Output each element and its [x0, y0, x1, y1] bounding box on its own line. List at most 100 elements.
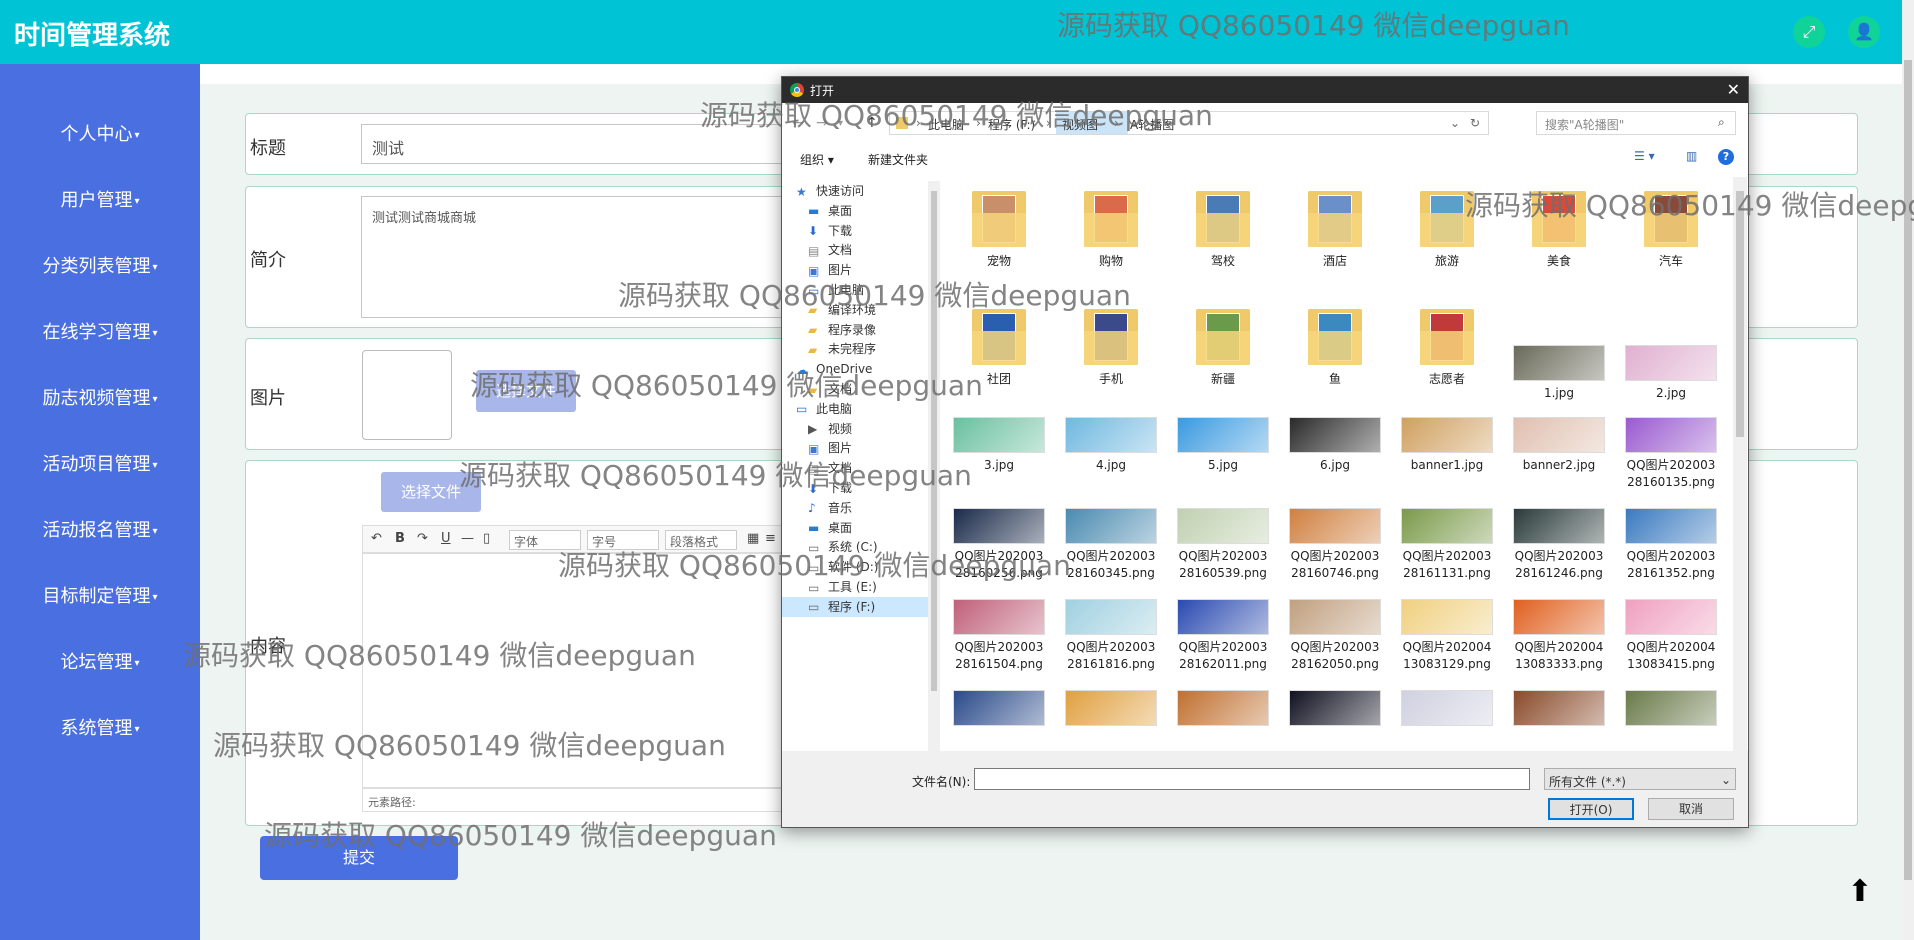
help-icon[interactable]: ?	[1718, 149, 1734, 165]
bold-icon[interactable]: B	[395, 531, 405, 546]
file-item[interactable]: QQ图片20200328161352.png	[1622, 504, 1720, 582]
new-folder-button[interactable]: 新建文件夹	[868, 151, 928, 168]
sidebar: 个人中心 ▾ 用户管理 ▾ 分类列表管理 ▾ 在线学习管理 ▾ 励志视频管理 ▾ 活动项目…	[0, 64, 200, 940]
undo-icon[interactable]: ↶	[371, 531, 382, 546]
file-item[interactable]: QQ图片20200328161131.png	[1398, 504, 1496, 582]
folder-icon	[1416, 305, 1478, 367]
tree-item[interactable]: ⬇ 下载	[808, 221, 852, 241]
upload-icon: ⬆	[1847, 874, 1873, 909]
refresh-icon[interactable]: ↻	[1470, 116, 1480, 130]
file-item[interactable]: QQ图片20200328161504.png	[950, 595, 1048, 673]
dialog-open-button[interactable]: 打开(O)	[1548, 798, 1634, 820]
file-item[interactable]: banner1.jpg	[1398, 413, 1496, 474]
folder-icon	[1192, 305, 1254, 367]
watermark: 源码获取 QQ86050149 微信deepguan	[1057, 9, 1570, 42]
filename-input[interactable]	[974, 768, 1530, 790]
sidebar-item-online-learning[interactable]: 在线学习管理 ▾	[0, 318, 200, 344]
watermark: 源码获取 QQ86050149 微信deepguan	[183, 639, 696, 672]
tree-item[interactable]: ▶ 视频	[808, 419, 852, 439]
tree-item[interactable]: ★ 快速访问	[796, 181, 864, 201]
sidebar-item-goals[interactable]: 目标制定管理 ▾	[0, 582, 200, 608]
file-item[interactable]: QQ图片20200328162011.png	[1174, 595, 1272, 673]
file-item[interactable]	[1286, 686, 1384, 730]
sidebar-item-categories[interactable]: 分类列表管理 ▾	[0, 252, 200, 278]
tree-item[interactable]: ▬ 桌面	[808, 201, 852, 221]
view-options-icon[interactable]: ☰ ▾	[1634, 149, 1655, 163]
file-item[interactable]: QQ图片20200328162050.png	[1286, 595, 1384, 673]
preview-pane-icon[interactable]: ▥	[1686, 149, 1697, 163]
file-item[interactable]: QQ图片20200413083333.png	[1510, 595, 1608, 673]
file-item[interactable]: QQ图片20200328161246.png	[1510, 504, 1608, 582]
sidebar-item-users[interactable]: 用户管理 ▾	[0, 186, 200, 212]
file-item[interactable]: 4.jpg	[1062, 413, 1160, 474]
filetype-select[interactable]: 所有文件 (*.*) ⌄	[1544, 768, 1736, 790]
file-item[interactable]: QQ图片20200328160135.png	[1622, 413, 1720, 491]
tree-item[interactable]: ▰ 未完程序	[808, 339, 876, 359]
redo-icon[interactable]: ↷	[417, 531, 428, 546]
document-icon[interactable]: ▯	[483, 531, 490, 546]
page-scrollbar[interactable]	[1902, 0, 1914, 940]
caret-down-icon: ▾	[152, 525, 158, 537]
dialog-close-button[interactable]: ✕	[1727, 80, 1740, 99]
caret-down-icon: ▾	[134, 657, 140, 669]
dialog-cancel-button[interactable]: 取消	[1648, 798, 1734, 820]
image-thumbnail	[1065, 508, 1157, 544]
image-thumbnail	[1289, 690, 1381, 726]
tree-item[interactable]: ▬ 桌面	[808, 518, 852, 538]
image-preview	[362, 350, 452, 440]
file-item[interactable]: banner2.jpg	[1510, 413, 1608, 474]
sidebar-item-activities[interactable]: 活动项目管理 ▾	[0, 450, 200, 476]
sidebar-item-system[interactable]: 系统管理 ▾	[0, 714, 200, 740]
dialog-search-input[interactable]: 搜索"A轮播图"	[1536, 111, 1736, 135]
image-thumbnail	[1625, 690, 1717, 726]
file-item[interactable]: QQ图片20200328161816.png	[1062, 595, 1160, 673]
file-item[interactable]	[1510, 686, 1608, 730]
file-item[interactable]	[1622, 686, 1720, 730]
tree-item[interactable]: ▰ 程序录像	[808, 320, 876, 340]
caret-down-icon: ▾	[152, 459, 158, 471]
image-thumbnail	[1065, 417, 1157, 453]
sidebar-item-registrations[interactable]: 活动报名管理 ▾	[0, 516, 200, 542]
folder-item[interactable]: 新疆	[1174, 299, 1272, 388]
file-item[interactable]: 1.jpg	[1510, 299, 1608, 402]
user-menu-button[interactable]: 👤	[1848, 16, 1880, 48]
organize-menu[interactable]: 组织 ▾	[800, 151, 834, 168]
watermark: 源码获取 QQ86050149 微信deepguan	[618, 279, 1131, 312]
sidebar-item-personal[interactable]: 个人中心 ▾	[0, 120, 200, 146]
folder-item[interactable]: 酒店	[1286, 181, 1384, 270]
file-item[interactable]: 5.jpg	[1174, 413, 1272, 474]
folder-item[interactable]: 志愿者	[1398, 299, 1496, 388]
file-item[interactable]	[1062, 686, 1160, 730]
back-to-top-button[interactable]: ⬆	[1842, 874, 1878, 910]
file-item[interactable]: QQ图片20200328160539.png	[1174, 504, 1272, 582]
file-list-scrollbar[interactable]	[1733, 177, 1747, 751]
folder-item[interactable]: 鱼	[1286, 299, 1384, 388]
folder-item[interactable]: 购物	[1062, 181, 1160, 270]
file-item[interactable]: QQ图片20200413083415.png	[1622, 595, 1720, 673]
tree-item[interactable]: ▤ 文档	[808, 240, 852, 260]
folder-icon: ▰	[808, 323, 818, 338]
image-thumbnail	[1401, 599, 1493, 635]
tree-item[interactable]: ♪ 音乐	[808, 498, 852, 518]
folder-icon: ▰	[808, 342, 818, 357]
file-item[interactable]	[1174, 686, 1272, 730]
address-dropdown-icon[interactable]: ⌄	[1450, 116, 1460, 130]
horizontal-rule-icon[interactable]: —	[461, 531, 474, 546]
fullscreen-button[interactable]: ⤢	[1793, 16, 1825, 48]
file-item[interactable]	[1398, 686, 1496, 730]
file-item[interactable]: QQ图片20200328160345.png	[1062, 504, 1160, 582]
underline-icon[interactable]: U	[441, 531, 451, 546]
sidebar-item-videos[interactable]: 励志视频管理 ▾	[0, 384, 200, 410]
sidebar-item-forum[interactable]: 论坛管理 ▾	[0, 648, 200, 674]
file-item[interactable]: QQ图片20200328160746.png	[1286, 504, 1384, 582]
file-item[interactable]: 2.jpg	[1622, 299, 1720, 402]
file-item[interactable]	[950, 686, 1048, 730]
file-item[interactable]: 6.jpg	[1286, 413, 1384, 474]
search-icon: ⌕	[1718, 115, 1725, 129]
folder-item[interactable]: 宠物	[950, 181, 1048, 270]
document-icon: ▤	[808, 243, 820, 258]
file-item[interactable]: QQ图片20200413083129.png	[1398, 595, 1496, 673]
watermark: 源码获取 QQ86050149 微信deepguan	[558, 549, 1071, 582]
tree-item[interactable]: ▭ 程序 (F:)	[782, 596, 928, 617]
folder-item[interactable]: 驾校	[1174, 181, 1272, 270]
